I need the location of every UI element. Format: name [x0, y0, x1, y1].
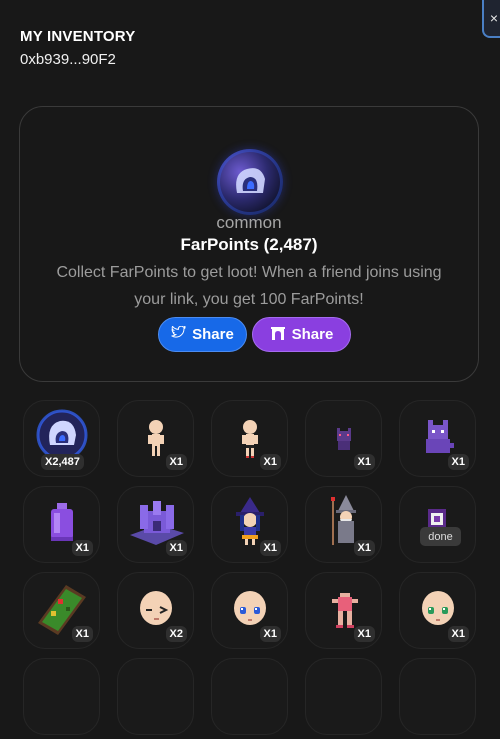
item-count-badge: X1	[259, 454, 281, 470]
item-head-blue-eyes[interactable]: X1	[211, 572, 288, 649]
item-purple-castle[interactable]: X1	[117, 486, 194, 563]
item-head-wink[interactable]: X2	[117, 572, 194, 649]
item-head-green-eyes[interactable]: X1	[399, 572, 476, 649]
item-purple-wolf[interactable]: X1	[399, 400, 476, 477]
item-witch[interactable]: X1	[211, 486, 288, 563]
done-badge: done	[420, 527, 461, 546]
item-purple-cat[interactable]: X1	[305, 400, 382, 477]
banner-icon	[428, 509, 446, 529]
farpoints-count: FarPoints (2,487)	[180, 235, 318, 254]
item-purple-potion[interactable]: X1	[23, 486, 100, 563]
item-pink-outfit[interactable]: X1	[305, 572, 382, 649]
close-button[interactable]: ×	[482, 0, 500, 38]
empty-slot	[305, 658, 382, 735]
inventory-header: MY INVENTORY 0xb939...90F2	[20, 28, 135, 68]
item-count-badge: X2,487	[41, 454, 84, 470]
inventory-grid: X2,487 X1 X1 X1 X1 X1 X1 X1 X1 done X1 X…	[23, 400, 477, 735]
item-count-badge: X1	[165, 454, 187, 470]
item-count-badge: X1	[447, 454, 469, 470]
page-title: MY INVENTORY	[20, 28, 136, 45]
item-green-board[interactable]: X1	[23, 572, 100, 649]
share-twitter-button[interactable]: Share	[158, 317, 247, 352]
item-count-badge: X1	[259, 540, 281, 556]
item-wizard[interactable]: X1	[305, 486, 382, 563]
share-farcaster-label: Share	[291, 326, 334, 343]
empty-slot	[399, 658, 476, 735]
item-count-badge: X1	[353, 454, 375, 470]
item-farpoints-token[interactable]: X2,487	[23, 400, 100, 477]
item-count-badge: X1	[353, 626, 375, 642]
item-count-badge: X1	[353, 540, 375, 556]
farpoints-card: common FarPoints (2,487) Collect FarPoin…	[19, 106, 479, 382]
wallet-address: 0xb939...90F2	[20, 51, 116, 68]
item-banner[interactable]: done	[399, 486, 476, 563]
item-count-badge: X1	[71, 626, 93, 642]
item-count-badge: X2	[165, 626, 187, 642]
empty-slot	[23, 658, 100, 735]
item-count-badge: X1	[447, 626, 469, 642]
share-farcaster-button[interactable]: Share	[252, 317, 351, 352]
twitter-bird-icon	[171, 325, 187, 343]
item-count-badge: X1	[259, 626, 281, 642]
share-twitter-label: Share	[192, 326, 234, 343]
rarity-label: common	[216, 213, 282, 232]
item-base-character[interactable]: X1	[117, 400, 194, 477]
item-count-badge: X1	[165, 540, 187, 556]
empty-slot	[211, 658, 288, 735]
farpoints-token-icon	[217, 149, 283, 215]
item-base-character-alt[interactable]: X1	[211, 400, 288, 477]
item-count-badge: X1	[71, 540, 93, 556]
empty-slot	[117, 658, 194, 735]
close-icon: ×	[489, 10, 499, 26]
farpoints-description: Collect FarPoints to get loot! When a fr…	[56, 264, 442, 308]
farcaster-arch-icon	[270, 325, 286, 345]
